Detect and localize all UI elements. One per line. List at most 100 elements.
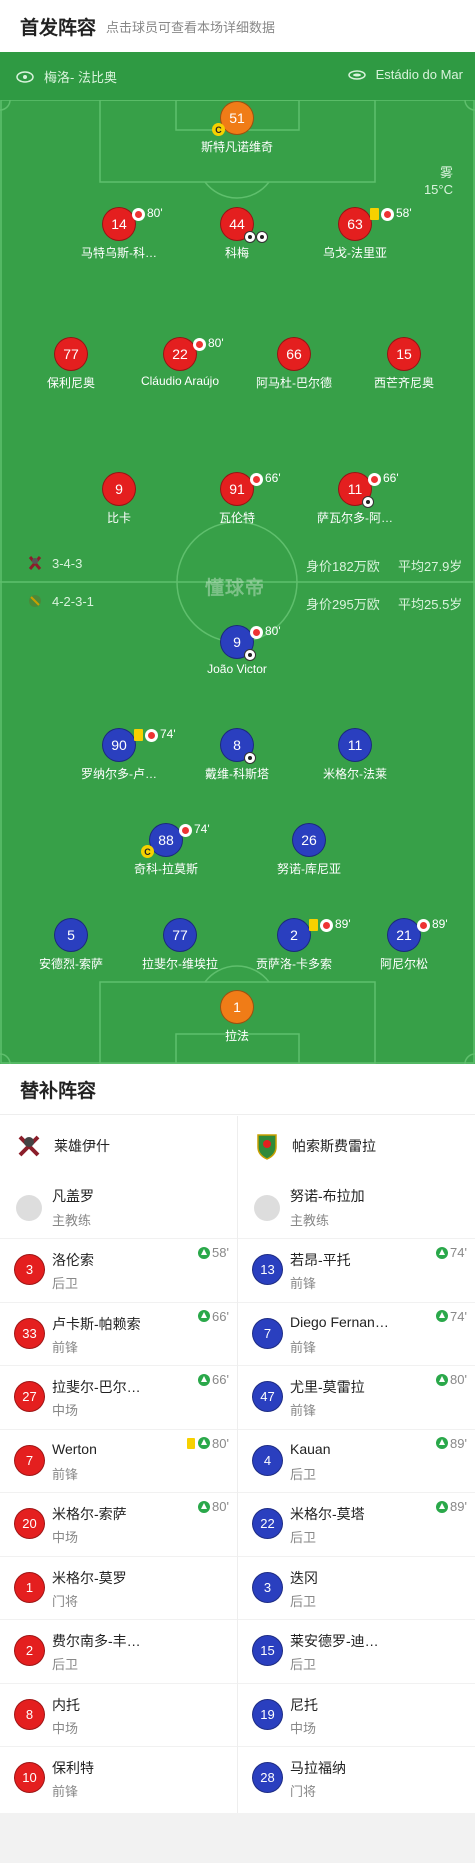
player-name: 乌戈-法里亚: [323, 246, 387, 260]
player-number: 51: [220, 101, 254, 135]
bench-player[interactable]: 3 洛伦索 后卫 58': [0, 1238, 237, 1302]
sub-out-icon: [381, 208, 394, 221]
sub-in-icon: [198, 1500, 211, 1513]
player-name: 罗纳尔多-卢…: [81, 767, 157, 781]
home-player-51[interactable]: 51 C 斯特凡诺维奇: [172, 101, 302, 154]
away-player-26[interactable]: 26 努诺-库尼亚: [244, 823, 374, 876]
away-player-90[interactable]: 90 74' 罗纳尔多-卢…: [54, 727, 184, 781]
player-name: 西芒齐尼奥: [373, 376, 434, 390]
away-player-1[interactable]: 1 拉法: [172, 990, 302, 1043]
away-player-21[interactable]: 21 89' 阿尼尔松: [339, 917, 469, 971]
bench-player[interactable]: 19 尼托 中场: [238, 1682, 475, 1747]
sub-in-info: 80': [436, 1372, 467, 1387]
bench-player[interactable]: 2 费尔南多-丰… 后卫: [0, 1619, 237, 1683]
player-number: 63: [338, 207, 372, 241]
home-formation: 3-4-3: [52, 556, 83, 571]
player-name: 比卡: [106, 511, 131, 525]
sub-in-info: 66': [198, 1372, 229, 1387]
away-coach[interactable]: 努诺-布拉加 主教练: [238, 1176, 475, 1238]
player-name: 奇科-拉莫斯: [134, 862, 198, 876]
sub-out-minute: 74': [194, 822, 210, 836]
home-player-22[interactable]: 22 80' Cláudio Araújo: [115, 336, 245, 389]
player-number: 2: [14, 1635, 45, 1666]
captain-badge: C: [212, 123, 225, 136]
player-position: 后卫: [52, 1657, 79, 1672]
player-name: 米格尔-莫塔: [290, 1506, 365, 1522]
bench-player[interactable]: 1 米格尔-莫罗 门将: [0, 1555, 237, 1620]
away-player-9[interactable]: 9 80' João Victor: [172, 624, 302, 677]
sub-in-minute: 89': [450, 1499, 467, 1514]
player-name: 迭冈: [290, 1569, 318, 1586]
home-player-15[interactable]: 15 西芒齐尼奥: [339, 337, 469, 390]
player-position: 后卫: [290, 1466, 317, 1482]
player-number: 10: [14, 1762, 45, 1793]
sub-out-icon: [145, 729, 158, 742]
bench-title: 替补阵容: [0, 1064, 475, 1115]
yellow-card-icon: [309, 919, 318, 931]
sub-out-icon: [417, 919, 430, 932]
home-player-9[interactable]: 9 比卡: [54, 472, 184, 525]
bench-player[interactable]: 8 内托 中场: [0, 1682, 237, 1747]
yellow-card-icon: [370, 208, 379, 220]
captain-badge: C: [141, 845, 154, 858]
player-number: 21: [387, 918, 421, 952]
player-number: 22: [252, 1508, 283, 1539]
weather-info: 雾 15°C: [424, 164, 453, 198]
home-team-value: 身价182万欧: [306, 559, 380, 574]
sub-out-icon: [250, 473, 263, 486]
home-coach[interactable]: 凡盖罗 主教练: [0, 1176, 237, 1238]
player-name: 萨瓦尔多-阿…: [317, 511, 393, 525]
player-number: 8: [14, 1698, 45, 1730]
player-position: 前锋: [52, 1784, 79, 1799]
sub-in-icon: [198, 1437, 211, 1449]
coach-avatar-icon: [16, 1195, 42, 1221]
watermark-logo: 懂球帝: [205, 578, 266, 599]
player-name: 若昂-平托: [290, 1252, 351, 1268]
sub-in-minute: 80': [212, 1499, 229, 1514]
player-name: 科梅: [224, 246, 249, 260]
bench-player[interactable]: 47 尤里-莫雷拉 前锋 80': [238, 1365, 475, 1429]
away-player-11[interactable]: 11 米格尔-法莱: [290, 728, 420, 781]
bench-player[interactable]: 28 马拉福纳 门将: [238, 1746, 475, 1810]
player-number: 26: [292, 823, 326, 857]
sub-out-minute: 89': [432, 917, 448, 931]
bench-player[interactable]: 7 Diego Fernan… 前锋 74': [238, 1301, 475, 1366]
away-player-77[interactable]: 77 拉斐尔-维埃拉: [115, 918, 245, 971]
bench-player[interactable]: 20 米格尔-索萨 中场 80': [0, 1492, 237, 1556]
player-name: Diego Fernan…: [290, 1313, 389, 1330]
bench-player[interactable]: 33 卢卡斯-帕赖索 前锋 66': [0, 1301, 237, 1366]
player-name: 米格尔-法莱: [323, 767, 387, 781]
player-name: 米格尔-莫罗: [52, 1569, 127, 1586]
pitch: 梅洛- 法比奥 Estádio do Mar 雾 15°C 懂球帝 3-4-3 …: [0, 52, 475, 1064]
player-number: 14: [102, 207, 136, 241]
bench-player[interactable]: 27 拉斐尔-巴尔… 中场 66': [0, 1365, 237, 1429]
home-bench-team[interactable]: 莱雄伊什: [0, 1116, 237, 1176]
bench-player[interactable]: 3 迭冈 后卫: [238, 1555, 475, 1620]
home-player-44[interactable]: 44 科梅: [172, 207, 302, 260]
bench-player[interactable]: 4 Kauan 后卫 89': [238, 1428, 475, 1493]
player-number: 27: [14, 1381, 45, 1412]
away-bench-team[interactable]: 帕索斯费雷拉: [238, 1116, 475, 1176]
sub-in-icon: [198, 1310, 211, 1322]
sub-in-info: 66': [198, 1309, 229, 1324]
page-header: 首发阵容 点击球员可查看本场详细数据: [0, 0, 475, 52]
bench-player[interactable]: 13 若昂-平托 前锋 74': [238, 1238, 475, 1302]
player-name: 努诺-库尼亚: [277, 862, 341, 876]
player-position: 后卫: [52, 1276, 79, 1291]
bench-player[interactable]: 22 米格尔-莫塔 后卫 89': [238, 1492, 475, 1556]
home-player-63[interactable]: 63 58' 乌戈-法里亚: [290, 206, 420, 260]
player-number: 3: [252, 1571, 283, 1603]
player-number: 3: [14, 1254, 45, 1285]
away-player-88[interactable]: 88 C 74' 奇科-拉莫斯: [101, 822, 231, 876]
away-player-8[interactable]: 8 戴维-科斯塔: [172, 728, 302, 781]
home-player-14[interactable]: 14 80' 马特乌斯-科…: [54, 206, 184, 260]
bench-player[interactable]: 10 保利特 前锋: [0, 1746, 237, 1810]
home-player-91[interactable]: 91 66' 瓦伦特: [172, 471, 302, 525]
bench-player[interactable]: 15 莱安德罗-迪… 后卫: [238, 1619, 475, 1683]
sub-out-icon: [368, 473, 381, 486]
player-position: 前锋: [290, 1403, 317, 1418]
bench-player[interactable]: 7 Werton 前锋 80': [0, 1428, 237, 1493]
away-formation: 4-2-3-1: [52, 594, 94, 609]
player-number: 19: [252, 1698, 283, 1730]
home-player-11[interactable]: 11 66' 萨瓦尔多-阿…: [290, 471, 420, 525]
